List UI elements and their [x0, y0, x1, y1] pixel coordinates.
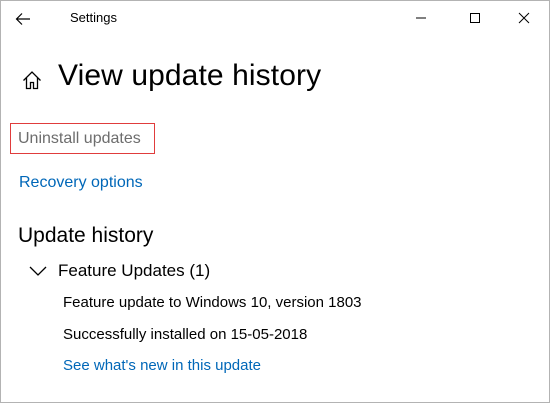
- recovery-options-link[interactable]: Recovery options: [19, 174, 143, 192]
- whats-new-link[interactable]: See what's new in this update: [63, 357, 261, 374]
- chevron-down-icon: [29, 266, 47, 276]
- uninstall-updates-link[interactable]: Uninstall updates: [18, 130, 141, 148]
- minimize-button[interactable]: [398, 1, 444, 35]
- home-icon: [23, 71, 41, 90]
- maximize-button[interactable]: [452, 1, 498, 35]
- settings-window: Settings View update history Uninstall u…: [0, 0, 550, 403]
- back-button[interactable]: [7, 3, 39, 35]
- update-name: Feature update to Windows 10, version 18…: [63, 294, 362, 311]
- feature-updates-group-toggle[interactable]: Feature Updates (1): [29, 259, 210, 283]
- close-button[interactable]: [501, 1, 547, 35]
- maximize-icon: [470, 13, 480, 23]
- update-history-heading: Update history: [18, 224, 154, 247]
- update-status: Successfully installed on 15-05-2018: [63, 326, 308, 343]
- title-bar: Settings: [1, 1, 549, 37]
- close-icon: [518, 12, 530, 24]
- page-title: View update history: [58, 59, 322, 92]
- window-title: Settings: [70, 10, 117, 25]
- minimize-icon: [416, 17, 426, 19]
- back-arrow-icon: [15, 13, 30, 25]
- group-label: Feature Updates (1): [58, 261, 211, 280]
